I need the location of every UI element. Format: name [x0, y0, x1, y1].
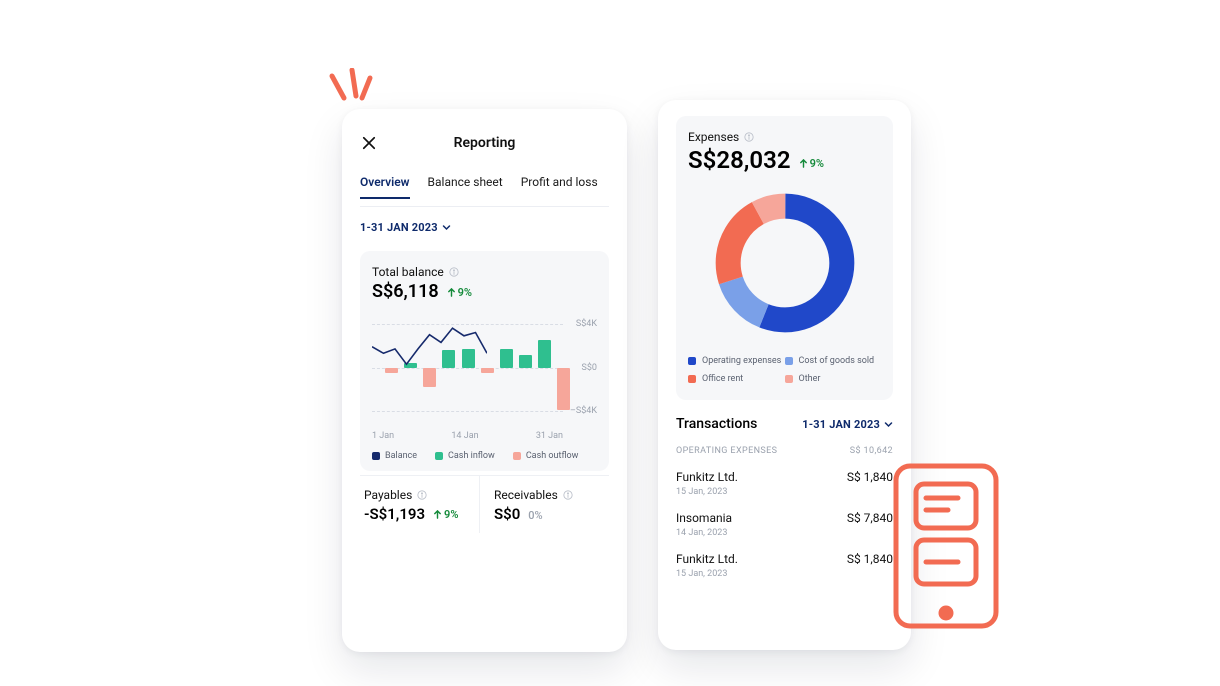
ytick: S$0: [582, 363, 597, 373]
transaction-row[interactable]: Funkitz Ltd.15 Jan, 2023S$ 1,840: [676, 470, 893, 497]
ytick: –S$4K: [570, 406, 597, 416]
donut-legend-item: Other: [785, 374, 882, 384]
info-icon[interactable]: [563, 490, 573, 500]
tx-date: 15 Jan, 2023: [676, 487, 738, 497]
tx-group-label: OPERATING EXPENSES: [676, 446, 777, 456]
cash-inflow-bar: [519, 355, 532, 367]
total-balance-value: S$6,118: [372, 281, 439, 302]
transactions-date-range[interactable]: 1-31 JAN 2023: [802, 418, 893, 431]
tx-group-total: S$ 10,642: [850, 446, 893, 456]
receivables-pct: 0%: [528, 509, 542, 522]
tabs: Overview Balance sheet Profit and loss: [360, 175, 609, 199]
payables-value: -S$1,193: [364, 505, 425, 523]
expenses-card: Expenses S$28,032 9% Operating expensesC…: [658, 100, 911, 650]
close-icon[interactable]: [360, 134, 378, 152]
total-balance-delta: 9%: [447, 286, 472, 299]
tx-date: 14 Jan, 2023: [676, 528, 732, 538]
donut-legend-item: Cost of goods sold: [785, 356, 882, 366]
ytick: S$4K: [576, 319, 597, 329]
legend-swatch: [688, 375, 696, 383]
reporting-card: Reporting Overview Balance sheet Profit …: [342, 109, 627, 652]
chart-legend: Balance Cash inflow Cash outflow: [372, 451, 597, 461]
tab-overview[interactable]: Overview: [360, 175, 410, 199]
legend-swatch: [688, 357, 696, 365]
cash-outflow-bar: [557, 368, 570, 411]
donut-legend-item: Office rent: [688, 374, 785, 384]
expenses-value: S$28,032: [688, 146, 791, 174]
cash-inflow-bar: [538, 340, 551, 367]
date-range-picker[interactable]: 1-31 JAN 2023: [360, 221, 451, 234]
legend-swatch: [785, 375, 793, 383]
date-range-label: 1-31 JAN 2023: [360, 221, 438, 234]
transaction-row[interactable]: Insomania14 Jan, 2023S$ 7,840: [676, 511, 893, 538]
expenses-title: Expenses: [688, 130, 739, 144]
donut-legend-item: Operating expenses: [688, 356, 785, 366]
transaction-row[interactable]: Funkitz Ltd.15 Jan, 2023S$ 1,840: [676, 552, 893, 579]
chevron-down-icon: [442, 223, 451, 232]
tab-balance-sheet[interactable]: Balance sheet: [428, 175, 503, 199]
xtick: 31 Jan: [536, 431, 563, 441]
info-icon[interactable]: [417, 490, 427, 500]
tx-name: Insomania: [676, 511, 732, 525]
balance-chart: S$4K S$0 –S$4K: [372, 310, 597, 425]
cash-inflow-bar: [500, 349, 513, 368]
total-balance-card: Total balance S$6,118 9% S$4K S$0 –S$4K: [360, 251, 609, 471]
xtick: 1 Jan: [372, 431, 394, 441]
total-balance-title: Total balance: [372, 265, 444, 279]
chevron-down-icon: [884, 420, 893, 429]
tx-name: Funkitz Ltd.: [676, 552, 738, 566]
payables-cell[interactable]: Payables -S$1,193 9%: [360, 476, 479, 533]
receivables-cell[interactable]: Receivables S$0 0%: [479, 476, 609, 533]
xtick: 14 Jan: [451, 431, 478, 441]
tab-profit-and-loss[interactable]: Profit and loss: [521, 175, 598, 199]
receivables-value: S$0: [494, 505, 520, 523]
info-icon[interactable]: [744, 132, 754, 142]
donut-legend: Operating expensesCost of goods soldOffi…: [688, 356, 881, 384]
payables-delta: 9%: [433, 508, 458, 521]
tx-name: Funkitz Ltd.: [676, 470, 738, 484]
page-title: Reporting: [360, 135, 609, 151]
legend-swatch: [785, 357, 793, 365]
expenses-delta: 9%: [799, 157, 824, 170]
info-icon[interactable]: [449, 267, 459, 277]
expenses-donut-chart: [710, 188, 860, 338]
tx-date: 15 Jan, 2023: [676, 569, 738, 579]
transactions-title: Transactions: [676, 416, 757, 432]
decor-phone-doodle: [886, 458, 1006, 638]
